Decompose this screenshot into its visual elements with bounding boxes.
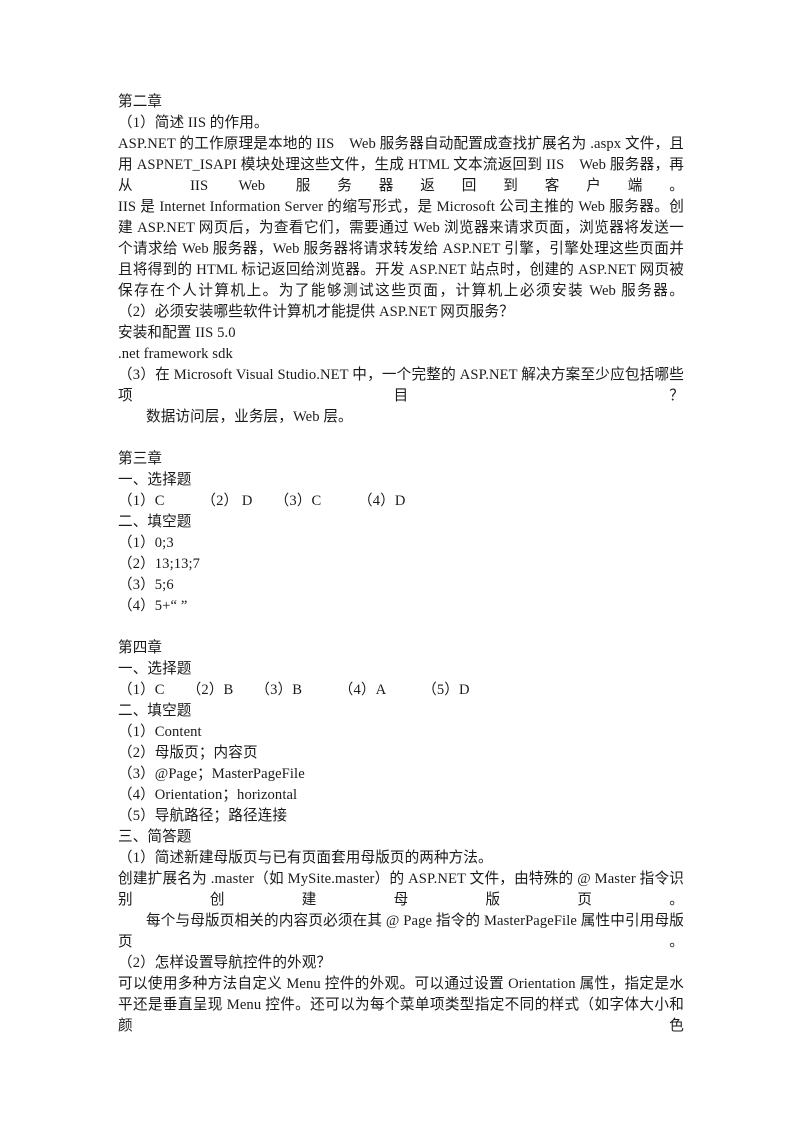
chapter-2-answer-2-line-2: .net framework sdk	[118, 346, 233, 362]
chapter-4-question-2: （2）怎样设置导航控件的外观？	[118, 955, 332, 971]
chapter-4-fill-blank-1: （1）Content	[118, 724, 202, 740]
chapter-3-fill-blank-2: （2）13;13;7	[118, 556, 201, 572]
chapter-3-multiple-choice-answers: （1）C （2） D （3）C （4）D	[118, 493, 406, 509]
chapter-3-fill-blank-1: （1）0;3	[118, 535, 174, 551]
chapter-2-answer-1-paragraph-1: ASP.NET 的工作原理是本地的 IIS Web 服务器自动配置成查找扩展名为…	[118, 136, 684, 194]
chapter-4-answer-2-paragraph: 可以使用多种方法自定义 Menu 控件的外观。可以通过设置 Orientatio…	[118, 976, 684, 1034]
chapter-2-question-2: （2）必须安装哪些软件计算机才能提供 ASP.NET 网页服务？	[118, 304, 514, 320]
chapter-3-heading: 第三章	[118, 451, 163, 467]
chapter-2-question-1: （1）简述 IIS 的作用。	[118, 115, 269, 131]
chapter-4-fill-blank-4: （4）Orientation；horizontal	[118, 787, 298, 803]
chapter-4-multiple-choice-answers: （1）C （2）B （3）B （4）A （5）D	[118, 682, 470, 698]
chapter-3-section-1-heading: 一、选择题	[118, 472, 192, 488]
chapter-4-section-3-heading: 三、简答题	[118, 829, 192, 845]
document-page: 第二章 （1）简述 IIS 的作用。 ASP.NET 的工作原理是本地的 IIS…	[0, 0, 800, 1132]
chapter-4-answer-1-paragraph-2: 每个与母版页相关的内容页必须在其 @ Page 指令的 MasterPageFi…	[118, 913, 684, 950]
chapter-4-question-1: （1）简述新建母版页与已有页面套用母版页的两种方法。	[118, 850, 493, 866]
chapter-4-answer-1-paragraph-1: 创建扩展名为 .master（如 MySite.master）的 ASP.NET…	[118, 871, 684, 908]
chapter-2-answer-3: 数据访问层，业务层，Web 层。	[146, 409, 353, 425]
chapter-2-heading: 第二章	[118, 94, 163, 110]
chapter-4-heading: 第四章	[118, 640, 163, 656]
chapter-2-answer-1-paragraph-2: IIS 是 Internet Information Server 的缩写形式，…	[118, 199, 684, 299]
document-text-column: 第二章 （1）简述 IIS 的作用。 ASP.NET 的工作原理是本地的 IIS…	[118, 92, 684, 1037]
chapter-2-question-3: （3）在 Microsoft Visual Studio.NET 中，一个完整的…	[118, 367, 684, 404]
chapter-4-section-2-heading: 二、填空题	[118, 703, 192, 719]
chapter-3-section-2-heading: 二、填空题	[118, 514, 192, 530]
chapter-4-fill-blank-3: （3）@Page；MasterPageFile	[118, 766, 305, 782]
chapter-4-section-1-heading: 一、选择题	[118, 661, 192, 677]
chapter-3-fill-blank-3: （3）5;6	[118, 577, 174, 593]
chapter-4-fill-blank-5: （5）导航路径；路径连接	[118, 808, 288, 824]
chapter-2-answer-2-line-1: 安装和配置 IIS 5.0	[118, 325, 236, 341]
chapter-3-fill-blank-4: （4）5+“ ”	[118, 598, 188, 614]
chapter-4-fill-blank-2: （2）母版页；内容页	[118, 745, 258, 761]
